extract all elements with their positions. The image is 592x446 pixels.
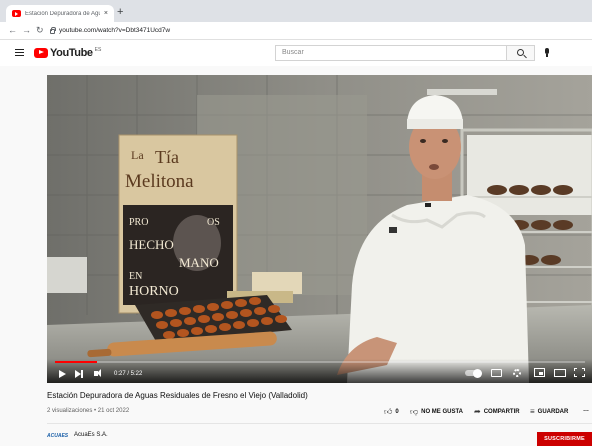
dislike-button[interactable]: 👎︎ NO ME GUSTA (410, 407, 463, 417)
country-code: ES (94, 47, 102, 53)
hamburger-menu-icon[interactable] (15, 49, 24, 56)
banner-la: La (131, 148, 144, 162)
video-player[interactable]: La Tía Melitona PRO OS HECHO MANO EN HOR… (47, 75, 592, 383)
banner-pro: PRO (129, 217, 148, 228)
youtube-wordmark: YouTube (50, 46, 93, 59)
play-icon[interactable] (59, 370, 66, 378)
microphone-icon[interactable] (545, 48, 549, 57)
app-window: Estación Depuradora de Aguas × + ← → ↻ y… (0, 0, 592, 446)
settings-gear-icon[interactable] (513, 369, 521, 377)
search-icon (517, 49, 524, 56)
fullscreen-icon[interactable] (574, 368, 585, 377)
theater-mode-icon[interactable] (554, 369, 566, 377)
forward-arrow-icon[interactable]: → (22, 24, 31, 37)
address-bar[interactable]: youtube.com/watch?v=Dbt3471Ucd7w (50, 24, 586, 37)
like-count: 0 (395, 409, 399, 415)
youtube-masthead: YouTube ES Buscar (0, 40, 592, 66)
thumbs-down-icon: 👎︎ (410, 407, 419, 416)
thumbs-up-icon: 👍︎ (384, 407, 393, 416)
miniplayer-icon[interactable] (534, 368, 545, 377)
divider (47, 423, 592, 424)
lock-icon (50, 27, 56, 34)
channel-name[interactable]: AcuaEs S.A. (74, 432, 108, 438)
banner-horno: HORNO (129, 284, 179, 299)
search-placeholder: Buscar (282, 49, 304, 56)
reload-icon[interactable]: ↻ (36, 24, 44, 37)
subtitles-icon[interactable] (491, 369, 502, 377)
time-display: 0:27 / 5:22 (114, 371, 143, 377)
progress-bar[interactable] (55, 361, 585, 363)
browser-tab-strip: Estación Depuradora de Aguas × + (0, 0, 592, 22)
video-frame: La Tía Melitona PRO OS HECHO MANO EN HOR… (47, 75, 592, 383)
new-tab-button[interactable]: + (117, 5, 123, 19)
search-input[interactable]: Buscar (275, 45, 507, 61)
volume-icon[interactable] (94, 369, 101, 377)
playlist-add-icon: ≡ (530, 407, 535, 416)
dislike-label: NO ME GUSTA (421, 409, 464, 415)
youtube-favicon-icon (12, 10, 21, 17)
share-icon: ➦ (474, 407, 481, 416)
banner-os: OS (207, 217, 220, 228)
progress-played (55, 361, 98, 363)
like-button[interactable]: 👍︎ 0 (384, 407, 399, 417)
browser-tab[interactable]: Estación Depuradora de Aguas × (6, 5, 114, 22)
youtube-logo[interactable]: YouTube ES (34, 46, 101, 59)
search-button[interactable] (507, 45, 535, 61)
url-text: youtube.com/watch?v=Dbt3471Ucd7w (59, 27, 171, 34)
share-label: COMPARTIR (483, 408, 520, 415)
video-meta: 2 visualizaciones • 21 oct 2022 (47, 408, 130, 414)
more-actions-button[interactable]: … (583, 407, 589, 413)
browser-toolbar: ← → ↻ youtube.com/watch?v=Dbt3471Ucd7w (0, 22, 592, 40)
tab-title: Estación Depuradora de Aguas (25, 10, 100, 17)
autoplay-toggle[interactable] (465, 368, 482, 378)
channel-avatar[interactable]: ACUAES (47, 431, 68, 441)
tab-close-icon[interactable]: × (104, 10, 108, 17)
share-button[interactable]: ➦ COMPARTIR (474, 407, 520, 416)
banner-mano: MANO (179, 255, 219, 270)
banner-melitona: Melitona (125, 171, 194, 192)
more-icon: … (583, 407, 589, 413)
back-arrow-icon[interactable]: ← (8, 24, 17, 37)
banner-hecho: HECHO (129, 237, 174, 252)
save-button[interactable]: ≡ GUARDAR (530, 407, 568, 416)
youtube-play-logo-icon (34, 47, 48, 58)
save-label: GUARDAR (537, 408, 569, 415)
banner-tia: Tía (155, 147, 179, 167)
video-title: Estación Depuradora de Aguas Residuales … (47, 391, 308, 400)
next-icon[interactable] (75, 370, 83, 378)
subscribe-button[interactable]: SUSCRIBIRME (537, 432, 592, 446)
banner-en: EN (129, 271, 142, 282)
player-controls: 0:27 / 5:22 (47, 359, 592, 383)
